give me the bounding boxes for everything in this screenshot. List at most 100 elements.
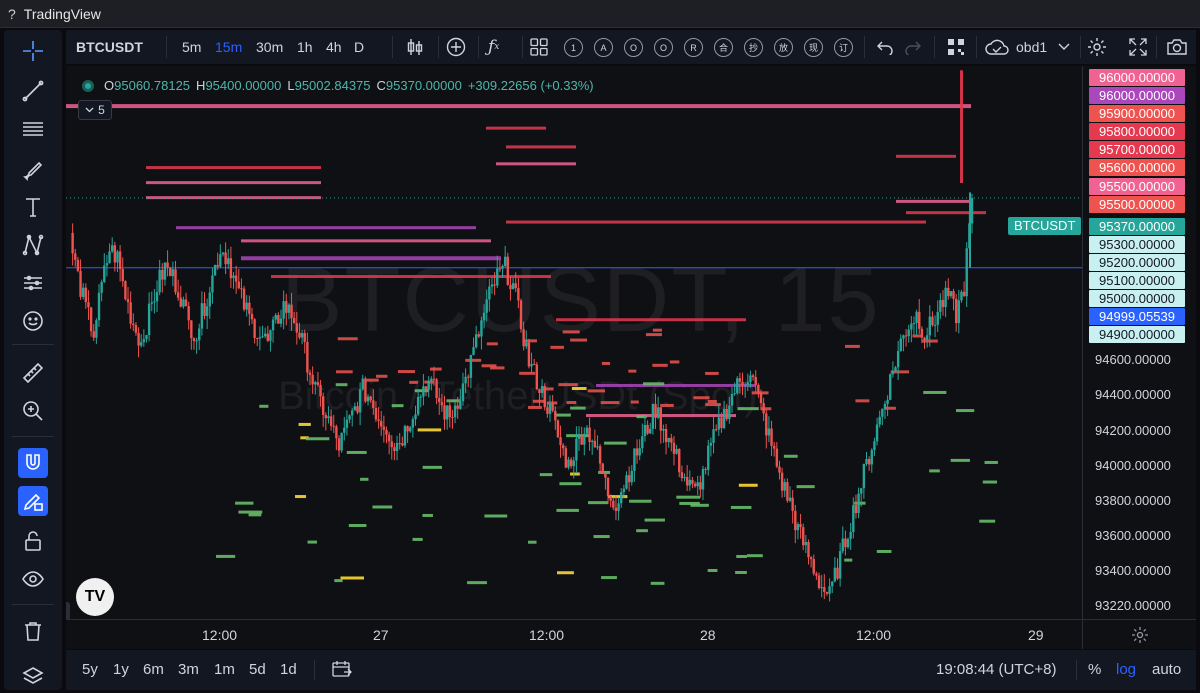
ask-wall: [600, 401, 620, 405]
range-5y[interactable]: 5y: [82, 661, 98, 678]
range-5d[interactable]: 5d: [249, 661, 266, 678]
indicator-circle-button[interactable]: 现: [804, 38, 823, 57]
candle-body: [519, 300, 523, 330]
indicator-circle-button[interactable]: 放: [774, 38, 793, 57]
layout-name[interactable]: obd1: [1016, 30, 1047, 64]
range-6m[interactable]: 6m: [143, 661, 164, 678]
symbol-price-tag: BTCUSDT: [1008, 217, 1082, 235]
undo-icon[interactable]: [876, 30, 894, 64]
candle-body: [271, 319, 275, 331]
candle-body: [820, 587, 823, 589]
toolbar-divider: [166, 36, 167, 58]
gear-icon[interactable]: [1086, 30, 1108, 64]
brush-icon[interactable]: [18, 154, 48, 184]
range-1m[interactable]: 1m: [214, 661, 235, 678]
candle-body: [517, 288, 520, 301]
bid-wall: [979, 519, 996, 523]
magnet-icon[interactable]: [18, 448, 48, 478]
clock-display[interactable]: 19:08:44 (UTC+8): [936, 661, 1056, 678]
zoom-in-icon[interactable]: [18, 396, 48, 426]
pattern-tool-icon[interactable]: [18, 230, 48, 260]
price-level-label: 96000.00000: [1089, 87, 1185, 104]
legend-status-icon: [82, 79, 94, 92]
percent-scale-toggle[interactable]: %: [1088, 661, 1101, 678]
indicator-circle-button[interactable]: 1: [564, 38, 583, 57]
axis-settings-icon[interactable]: [1082, 619, 1196, 649]
prediction-tool-icon[interactable]: [18, 268, 48, 298]
help-icon[interactable]: ?: [8, 6, 16, 22]
candle-body: [482, 312, 486, 321]
redo-icon[interactable]: [904, 30, 922, 64]
candle-body: [802, 527, 805, 546]
candle-body: [401, 443, 404, 446]
trash-icon[interactable]: [18, 616, 48, 646]
time-axis[interactable]: 12:00 27 12:00 28 12:00 29: [66, 619, 1082, 649]
crosshair-icon[interactable]: [18, 36, 48, 66]
ask-wall: [336, 370, 353, 374]
candle-body: [548, 403, 552, 414]
interval-15m[interactable]: 15m: [215, 30, 242, 64]
lock-drawing-icon[interactable]: [18, 486, 48, 516]
indicator-circle-button[interactable]: O: [654, 38, 673, 57]
price-level-label: 95500.00000: [1089, 178, 1185, 195]
eye-icon[interactable]: [18, 564, 48, 594]
horizontal-lines-icon[interactable]: [18, 114, 48, 144]
candle-body: [477, 334, 481, 337]
auto-scale-toggle[interactable]: auto: [1152, 661, 1181, 678]
trend-line-icon[interactable]: [18, 76, 48, 106]
range-1d[interactable]: 1d: [280, 661, 297, 678]
candles-chart-type-icon[interactable]: [406, 30, 424, 64]
candle-body: [751, 375, 755, 378]
bid-wall: [417, 428, 442, 432]
chart-pane[interactable]: BTCUSDT, 15 Bitcoin / TetherUSDt (Spot) …: [66, 66, 1082, 619]
candle-body: [846, 538, 850, 548]
interval-1h[interactable]: 1h: [297, 30, 313, 64]
indicators-icon[interactable]: ƒx: [488, 30, 499, 64]
layers-icon[interactable]: [18, 662, 48, 692]
range-1y[interactable]: 1y: [113, 661, 129, 678]
tradingview-logo[interactable]: TV: [76, 578, 114, 616]
indicator-collapse-button[interactable]: 5: [78, 100, 112, 120]
date-range-icon[interactable]: [332, 660, 352, 681]
ruler-icon[interactable]: [18, 358, 48, 388]
indicator-circle-button[interactable]: O: [624, 38, 643, 57]
bid-wall: [629, 499, 652, 503]
candle-body: [543, 385, 546, 408]
candle-body: [933, 324, 937, 326]
toolbar-divider: [864, 36, 865, 58]
indicator-circle-button[interactable]: 抄: [744, 38, 763, 57]
candle-body: [704, 468, 707, 470]
liquidity-wall: [506, 145, 576, 149]
symbol-search-button[interactable]: BTCUSDT: [76, 30, 143, 64]
camera-icon[interactable]: [1166, 30, 1188, 64]
add-compare-icon[interactable]: [446, 30, 466, 64]
price-axis[interactable]: 96000.00000 96000.00000 95900.00000 95800.0…: [1082, 66, 1196, 619]
indicator-circle-button[interactable]: 订: [834, 38, 853, 57]
collapse-toolbar-arrow[interactable]: ‹: [66, 602, 70, 619]
chevron-down-icon[interactable]: [1058, 30, 1070, 64]
unlock-icon[interactable]: [18, 526, 48, 556]
indicator-circle-button[interactable]: R: [684, 38, 703, 57]
text-tool-icon[interactable]: [18, 192, 48, 222]
emoji-icon[interactable]: [18, 306, 48, 336]
range-3m[interactable]: 3m: [178, 661, 199, 678]
candle-body: [409, 427, 412, 432]
fullscreen-icon[interactable]: [1128, 30, 1148, 64]
candle-body: [588, 427, 591, 442]
legend-low-value: 95002.84375: [294, 78, 371, 93]
log-scale-toggle[interactable]: log: [1116, 661, 1136, 678]
bid-wall: [235, 501, 254, 505]
ask-wall: [855, 399, 870, 403]
templates-icon[interactable]: [530, 30, 548, 64]
bottom-bar: 5y 1y 6m 3m 1m 5d 1d 19:08:44 (UTC+8) % …: [66, 650, 1196, 690]
interval-30m[interactable]: 30m: [256, 30, 283, 64]
interval-d[interactable]: D: [354, 30, 364, 64]
candle-body: [664, 428, 668, 443]
indicator-circle-button[interactable]: 合: [714, 38, 733, 57]
cloud-icon[interactable]: [984, 30, 1010, 64]
indicator-circle-button[interactable]: A: [594, 38, 613, 57]
interval-4h[interactable]: 4h: [326, 30, 342, 64]
qr-icon[interactable]: [946, 30, 966, 64]
candle-body: [169, 267, 172, 277]
interval-5m[interactable]: 5m: [182, 30, 201, 64]
